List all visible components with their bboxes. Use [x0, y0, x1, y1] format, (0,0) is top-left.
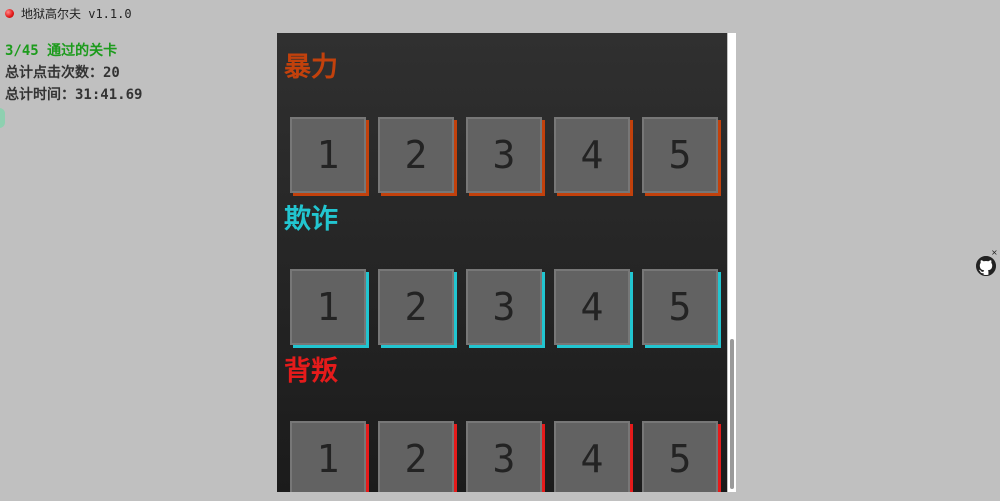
level-button[interactable]: 2	[378, 421, 454, 492]
progress-count: 3/45	[5, 43, 39, 59]
level-row: 1 2 3 4 5	[290, 421, 718, 492]
progress-row: 3/45 通过的关卡	[5, 40, 142, 62]
scrollbar-thumb[interactable]	[730, 339, 734, 489]
stats-panel: 3/45 通过的关卡 总计点击次数：20 总计时间：31:41.69	[5, 40, 142, 106]
github-icon[interactable]	[976, 256, 996, 276]
total-clicks-value: 20	[103, 65, 120, 81]
level-button[interactable]: 3	[466, 117, 542, 193]
level-row: 1 2 3 4 5	[290, 269, 718, 345]
level-button[interactable]: 2	[378, 117, 454, 193]
level-button[interactable]: 4	[554, 269, 630, 345]
total-time-value: 31:41.69	[75, 87, 143, 103]
panel-scrollbar[interactable]	[728, 33, 736, 492]
total-time-row: 总计时间：31:41.69	[5, 84, 142, 106]
level-button[interactable]: 5	[642, 421, 718, 492]
category-title: 暴力	[284, 52, 338, 83]
github-widget[interactable]: ×	[976, 248, 998, 280]
window-title: 地狱高尔夫 v1.1.0	[21, 6, 132, 21]
level-select-panel: 暴力 1 2 3 4 5 欺诈 1 2 3 4 5 背叛 1 2 3 4 5	[277, 33, 727, 492]
level-button[interactable]: 5	[642, 117, 718, 193]
total-clicks-row: 总计点击次数：20	[5, 62, 142, 84]
category-betrayal: 背叛 1 2 3 4 5	[284, 355, 724, 492]
progress-label: 通过的关卡	[47, 43, 118, 59]
category-title: 欺诈	[284, 204, 338, 235]
total-clicks-label: 总计点击次数：	[5, 65, 103, 81]
level-button[interactable]: 1	[290, 421, 366, 492]
category-title: 背叛	[284, 356, 338, 387]
category-violence: 暴力 1 2 3 4 5	[284, 51, 724, 193]
total-time-label: 总计时间：	[5, 87, 75, 103]
level-button[interactable]: 2	[378, 269, 454, 345]
level-button[interactable]: 5	[642, 269, 718, 345]
level-button[interactable]: 4	[554, 421, 630, 492]
level-button[interactable]: 1	[290, 269, 366, 345]
level-button[interactable]: 1	[290, 117, 366, 193]
side-handle[interactable]	[0, 108, 5, 128]
category-fraud: 欺诈 1 2 3 4 5	[284, 203, 724, 345]
window-titlebar: 地狱高尔夫 v1.1.0	[5, 4, 132, 22]
level-row: 1 2 3 4 5	[290, 117, 718, 193]
level-button[interactable]: 4	[554, 117, 630, 193]
level-button[interactable]: 3	[466, 269, 542, 345]
level-button[interactable]: 3	[466, 421, 542, 492]
app-icon	[5, 8, 14, 18]
